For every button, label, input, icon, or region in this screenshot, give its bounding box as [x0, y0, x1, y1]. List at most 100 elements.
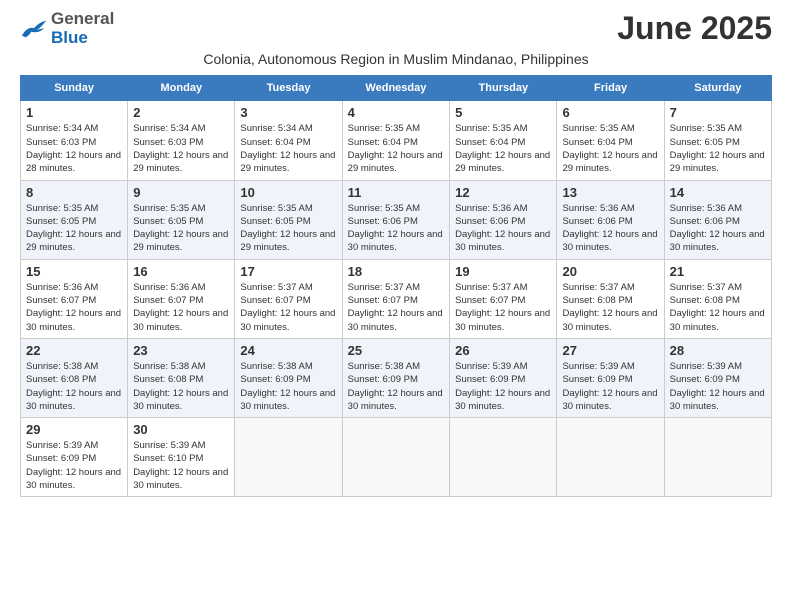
calendar-cell: 13 Sunrise: 5:36 AMSunset: 6:06 PMDayligh… — [557, 180, 664, 259]
column-header-wednesday: Wednesday — [342, 76, 449, 101]
day-info: Sunrise: 5:36 AMSunset: 6:07 PMDaylight:… — [26, 281, 122, 334]
day-info: Sunrise: 5:39 AMSunset: 6:09 PMDaylight:… — [455, 360, 551, 413]
calendar-cell: 6 Sunrise: 5:35 AMSunset: 6:04 PMDaylight… — [557, 101, 664, 180]
calendar-cell — [342, 418, 449, 497]
day-info: Sunrise: 5:36 AMSunset: 6:06 PMDaylight:… — [562, 202, 658, 255]
calendar-cell: 15Sunrise: 5:36 AMSunset: 6:07 PMDayligh… — [21, 259, 128, 338]
day-info: Sunrise: 5:39 AMSunset: 6:09 PMDaylight:… — [670, 360, 766, 413]
day-number: 1 — [26, 105, 122, 120]
day-number: 28 — [670, 343, 766, 358]
calendar-cell: 24 Sunrise: 5:38 AMSunset: 6:09 PMDayligh… — [235, 338, 342, 417]
calendar-cell — [450, 418, 557, 497]
day-number: 4 — [348, 105, 444, 120]
calendar-cell: 16 Sunrise: 5:36 AMSunset: 6:07 PMDayligh… — [128, 259, 235, 338]
calendar-cell: 29 Sunrise: 5:39 AMSunset: 6:09 PMDayligh… — [21, 418, 128, 497]
day-number: 9 — [133, 185, 229, 200]
day-info: Sunrise: 5:39 AMSunset: 6:10 PMDaylight:… — [133, 439, 229, 492]
column-header-monday: Monday — [128, 76, 235, 101]
day-number: 23 — [133, 343, 229, 358]
day-number: 10 — [240, 185, 336, 200]
column-header-thursday: Thursday — [450, 76, 557, 101]
calendar-cell: 22Sunrise: 5:38 AMSunset: 6:08 PMDayligh… — [21, 338, 128, 417]
day-number: 21 — [670, 264, 766, 279]
calendar-cell: 11 Sunrise: 5:35 AMSunset: 6:06 PMDayligh… — [342, 180, 449, 259]
calendar-cell: 5 Sunrise: 5:35 AMSunset: 6:04 PMDaylight… — [450, 101, 557, 180]
calendar-cell — [664, 418, 771, 497]
calendar-week-2: 8Sunrise: 5:35 AMSunset: 6:05 PMDaylight… — [21, 180, 772, 259]
day-info: Sunrise: 5:34 AMSunset: 6:03 PMDaylight:… — [133, 122, 229, 175]
day-info: Sunrise: 5:35 AMSunset: 6:04 PMDaylight:… — [455, 122, 551, 175]
day-info: Sunrise: 5:34 AMSunset: 6:04 PMDaylight:… — [240, 122, 336, 175]
day-number: 5 — [455, 105, 551, 120]
calendar-cell: 21 Sunrise: 5:37 AMSunset: 6:08 PMDayligh… — [664, 259, 771, 338]
day-info: Sunrise: 5:35 AMSunset: 6:04 PMDaylight:… — [562, 122, 658, 175]
day-info: Sunrise: 5:35 AMSunset: 6:05 PMDaylight:… — [26, 202, 122, 255]
day-info: Sunrise: 5:39 AMSunset: 6:09 PMDaylight:… — [562, 360, 658, 413]
column-header-friday: Friday — [557, 76, 664, 101]
calendar-cell: 9Sunrise: 5:35 AMSunset: 6:05 PMDaylight… — [128, 180, 235, 259]
calendar-cell: 27Sunrise: 5:39 AMSunset: 6:09 PMDayligh… — [557, 338, 664, 417]
day-info: Sunrise: 5:39 AMSunset: 6:09 PMDaylight:… — [26, 439, 122, 492]
day-info: Sunrise: 5:37 AMSunset: 6:07 PMDaylight:… — [348, 281, 444, 334]
day-info: Sunrise: 5:35 AMSunset: 6:06 PMDaylight:… — [348, 202, 444, 255]
day-number: 16 — [133, 264, 229, 279]
day-number: 24 — [240, 343, 336, 358]
day-number: 19 — [455, 264, 551, 279]
calendar-cell: 12 Sunrise: 5:36 AMSunset: 6:06 PMDayligh… — [450, 180, 557, 259]
day-info: Sunrise: 5:36 AMSunset: 6:06 PMDaylight:… — [670, 202, 766, 255]
day-number: 14 — [670, 185, 766, 200]
column-header-sunday: Sunday — [21, 76, 128, 101]
day-number: 18 — [348, 264, 444, 279]
day-number: 20 — [562, 264, 658, 279]
calendar-cell — [235, 418, 342, 497]
calendar-cell: 23 Sunrise: 5:38 AMSunset: 6:08 PMDayligh… — [128, 338, 235, 417]
calendar-cell: 4 Sunrise: 5:35 AMSunset: 6:04 PMDaylight… — [342, 101, 449, 180]
calendar-cell — [557, 418, 664, 497]
subtitle: Colonia, Autonomous Region in Muslim Min… — [20, 51, 772, 67]
day-info: Sunrise: 5:35 AMSunset: 6:04 PMDaylight:… — [348, 122, 444, 175]
column-header-tuesday: Tuesday — [235, 76, 342, 101]
day-info: Sunrise: 5:38 AMSunset: 6:08 PMDaylight:… — [26, 360, 122, 413]
day-number: 29 — [26, 422, 122, 437]
day-number: 11 — [348, 185, 444, 200]
calendar-cell: 7 Sunrise: 5:35 AMSunset: 6:05 PMDaylight… — [664, 101, 771, 180]
day-info: Sunrise: 5:38 AMSunset: 6:09 PMDaylight:… — [240, 360, 336, 413]
day-number: 13 — [562, 185, 658, 200]
calendar-week-3: 15Sunrise: 5:36 AMSunset: 6:07 PMDayligh… — [21, 259, 772, 338]
calendar-cell: 8Sunrise: 5:35 AMSunset: 6:05 PMDaylight… — [21, 180, 128, 259]
day-info: Sunrise: 5:38 AMSunset: 6:09 PMDaylight:… — [348, 360, 444, 413]
calendar-cell: 3 Sunrise: 5:34 AMSunset: 6:04 PMDaylight… — [235, 101, 342, 180]
day-info: Sunrise: 5:36 AMSunset: 6:06 PMDaylight:… — [455, 202, 551, 255]
day-number: 26 — [455, 343, 551, 358]
calendar-cell: 1Sunrise: 5:34 AMSunset: 6:03 PMDaylight… — [21, 101, 128, 180]
calendar-cell: 10Sunrise: 5:35 AMSunset: 6:05 PMDayligh… — [235, 180, 342, 259]
calendar-cell: 2Sunrise: 5:34 AMSunset: 6:03 PMDaylight… — [128, 101, 235, 180]
calendar-table: SundayMondayTuesdayWednesdayThursdayFrid… — [20, 75, 772, 497]
day-number: 6 — [562, 105, 658, 120]
day-number: 3 — [240, 105, 336, 120]
day-info: Sunrise: 5:38 AMSunset: 6:08 PMDaylight:… — [133, 360, 229, 413]
calendar-cell: 17Sunrise: 5:37 AMSunset: 6:07 PMDayligh… — [235, 259, 342, 338]
day-info: Sunrise: 5:35 AMSunset: 6:05 PMDaylight:… — [670, 122, 766, 175]
day-number: 12 — [455, 185, 551, 200]
day-number: 30 — [133, 422, 229, 437]
logo: General Blue — [20, 10, 114, 47]
logo-text: General Blue — [51, 10, 114, 47]
column-header-saturday: Saturday — [664, 76, 771, 101]
calendar-cell: 25Sunrise: 5:38 AMSunset: 6:09 PMDayligh… — [342, 338, 449, 417]
calendar-cell: 30 Sunrise: 5:39 AMSunset: 6:10 PMDayligh… — [128, 418, 235, 497]
calendar-week-4: 22Sunrise: 5:38 AMSunset: 6:08 PMDayligh… — [21, 338, 772, 417]
calendar-cell: 14 Sunrise: 5:36 AMSunset: 6:06 PMDayligh… — [664, 180, 771, 259]
month-title: June 2025 — [617, 10, 772, 47]
calendar-cell: 26 Sunrise: 5:39 AMSunset: 6:09 PMDayligh… — [450, 338, 557, 417]
calendar-header-row: SundayMondayTuesdayWednesdayThursdayFrid… — [21, 76, 772, 101]
calendar-cell: 19Sunrise: 5:37 AMSunset: 6:07 PMDayligh… — [450, 259, 557, 338]
day-number: 7 — [670, 105, 766, 120]
day-info: Sunrise: 5:37 AMSunset: 6:08 PMDaylight:… — [670, 281, 766, 334]
calendar-cell: 18 Sunrise: 5:37 AMSunset: 6:07 PMDayligh… — [342, 259, 449, 338]
header: General Blue June 2025 — [20, 10, 772, 47]
day-info: Sunrise: 5:36 AMSunset: 6:07 PMDaylight:… — [133, 281, 229, 334]
day-number: 17 — [240, 264, 336, 279]
calendar-week-1: 1 Sunrise: 5:34 AMSunset: 6:03 PMDaylight… — [21, 101, 772, 180]
logo-icon — [20, 18, 48, 40]
